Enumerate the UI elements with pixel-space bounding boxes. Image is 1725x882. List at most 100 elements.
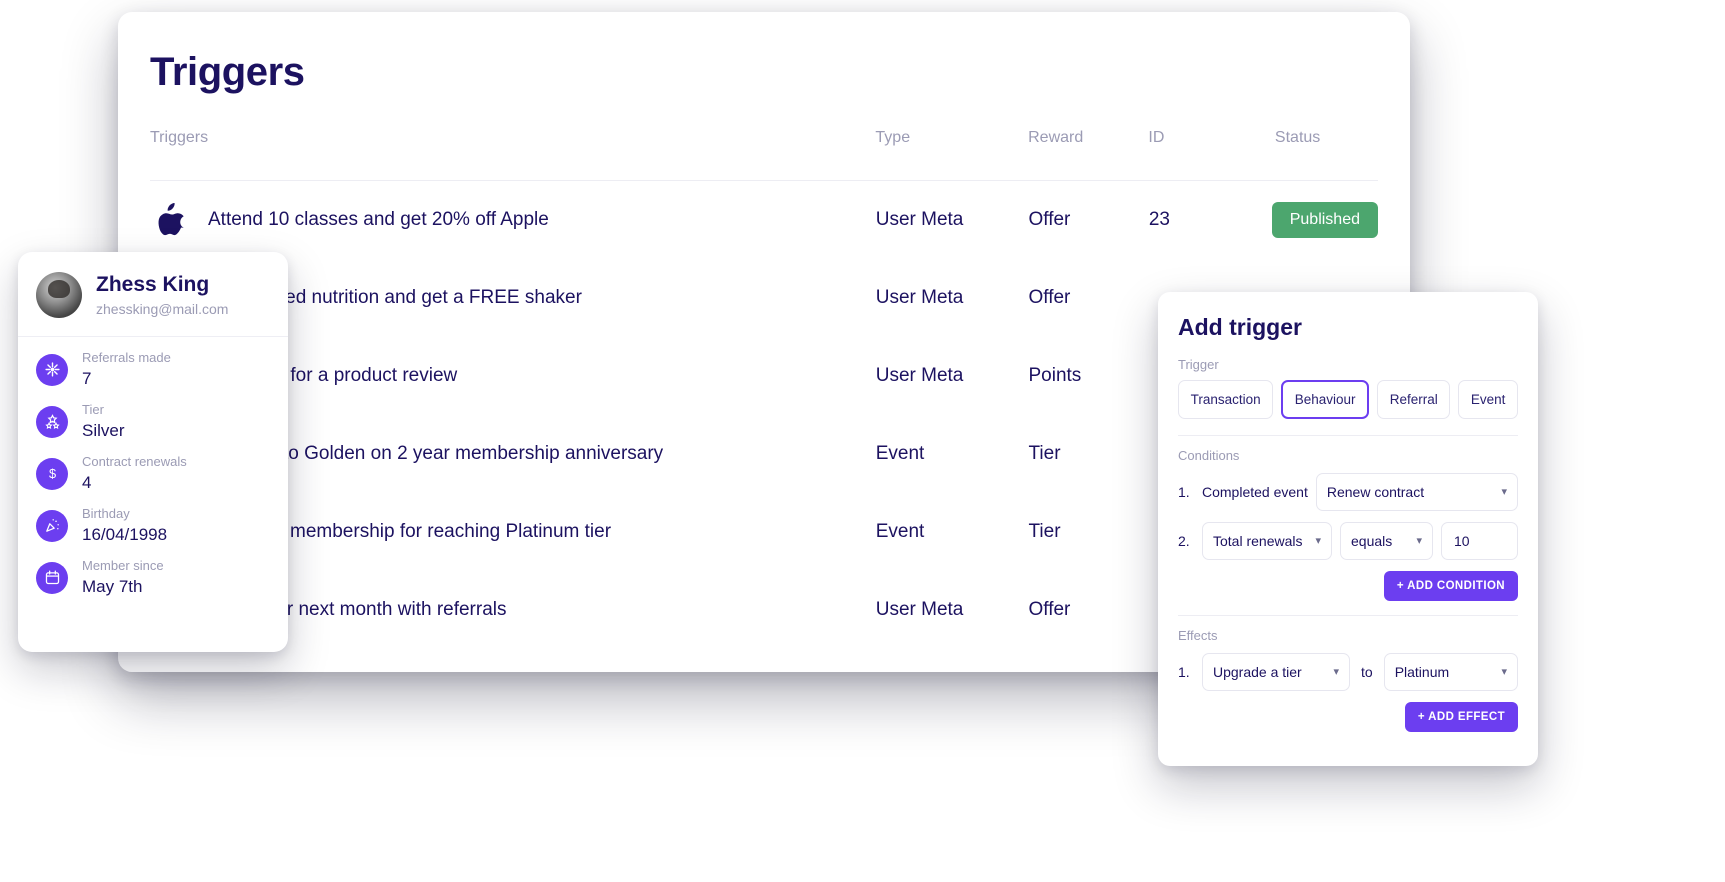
add-effect-row: + ADD EFFECT (1178, 702, 1518, 732)
column-header-id: ID (1148, 128, 1165, 146)
condition-field-select[interactable]: Total renewals ▾ (1202, 522, 1332, 560)
profile-identity: Zhess King zhessking@mail.com (96, 273, 228, 317)
stat-member-since: Member since May 7th (36, 557, 270, 598)
stat-birthday: Birthday 16/04/1998 (36, 505, 270, 546)
trigger-type-transaction[interactable]: Transaction (1178, 380, 1274, 419)
sparkle-icon (36, 353, 68, 386)
effect-target-select[interactable]: Platinum ▾ (1383, 653, 1518, 691)
cell-status: Published (1263, 202, 1378, 238)
stat-text: Referrals made 7 (82, 349, 171, 390)
cell-type: User Meta (875, 209, 964, 230)
profile-email: zhessking@mail.com (96, 301, 229, 318)
cell-reward: Offer (1028, 599, 1071, 620)
condition-event-select[interactable]: Renew contract ▾ (1315, 473, 1518, 511)
party-popper-icon (36, 509, 68, 542)
condition-field-select-value: Total renewals (1213, 533, 1303, 549)
avatar (36, 272, 82, 318)
trigger-type-behaviour[interactable]: Behaviour (1281, 380, 1370, 419)
cell-type: Event (875, 521, 925, 542)
profile-stats-list: Referrals made 7 Tier Silver $ Contract … (18, 337, 288, 619)
effect-to-label: to (1361, 664, 1373, 680)
add-trigger-panel: Add trigger Trigger Transaction Behaviou… (1158, 292, 1538, 766)
condition-value-input[interactable]: 10 (1441, 522, 1518, 560)
condition-row-2: 2. Total renewals ▾ equals ▾ 10 (1178, 522, 1518, 560)
status-badge[interactable]: Published (1271, 202, 1378, 238)
chevron-down-icon: ▾ (1501, 485, 1507, 498)
stat-text: Tier Silver (82, 401, 125, 442)
stars-badge-icon (36, 405, 68, 438)
trigger-section-label: Trigger (1178, 357, 1219, 372)
svg-text:$: $ (48, 466, 55, 481)
cell-reward: Offer (1028, 287, 1071, 308)
user-profile-card: Zhess King zhessking@mail.com Referrals … (18, 252, 288, 652)
dollar-icon: $ (36, 457, 68, 490)
table-header-row: Triggers Type Reward ID Status (150, 95, 1378, 181)
effect-row-1: 1. Upgrade a tier ▾ to Platinum ▾ (1178, 653, 1518, 691)
trigger-type-group: Transaction Behaviour Referral Event (1178, 380, 1518, 419)
trigger-name: Attend 10 classes and get 20% off Apple (208, 209, 549, 230)
effects-label: Effects (1178, 628, 1218, 643)
cell-reward: Tier (1028, 443, 1061, 464)
chevron-down-icon: ▾ (1416, 534, 1422, 547)
calendar-icon (36, 561, 68, 594)
stat-value: Silver (82, 421, 125, 441)
condition-operator-select[interactable]: equals ▾ (1340, 522, 1433, 560)
trigger-type-referral[interactable]: Referral (1377, 380, 1451, 419)
add-condition-button[interactable]: + ADD CONDITION (1383, 571, 1518, 601)
column-header-status: Status (1274, 128, 1321, 146)
profile-name: Zhess King (96, 272, 210, 296)
stat-value: May 7th (82, 577, 143, 597)
stat-label: Birthday (82, 506, 130, 522)
condition-label: Completed event (1202, 484, 1308, 500)
cell-type: Event (875, 443, 925, 464)
stat-text: Contract renewals 4 (82, 453, 187, 494)
chevron-down-icon: ▾ (1501, 665, 1507, 678)
stat-text: Member since May 7th (82, 557, 164, 598)
apple-icon (150, 203, 190, 237)
cell-type: User Meta (875, 599, 964, 620)
condition-row-1: 1. Completed event Renew contract ▾ (1178, 473, 1518, 511)
effect-number: 1. (1178, 664, 1190, 680)
table-row[interactable]: Attend 10 classes and get 20% off Apple … (150, 181, 1378, 259)
stat-tier: Tier Silver (36, 401, 270, 442)
stat-label: Referrals made (82, 350, 171, 365)
chevron-down-icon: ▾ (1333, 665, 1339, 678)
stat-label: Contract renewals (82, 454, 187, 470)
condition-number: 2. (1178, 533, 1190, 549)
effect-target-select-value: Platinum (1394, 664, 1450, 680)
cell-reward: Points (1028, 365, 1082, 386)
condition-event-select-value: Renew contract (1326, 484, 1425, 500)
chevron-down-icon: ▾ (1315, 534, 1321, 547)
cell-trigger: Attend 10 classes and get 20% off Apple (150, 203, 876, 237)
divider (1178, 615, 1518, 616)
cell-type: User Meta (875, 287, 964, 308)
stat-value: 16/04/1998 (82, 525, 168, 545)
add-trigger-title: Add trigger (1178, 314, 1302, 340)
stat-label: Member since (82, 558, 164, 574)
conditions-label: Conditions (1178, 448, 1240, 463)
column-header-reward: Reward (1028, 128, 1084, 146)
stat-text: Birthday 16/04/1998 (82, 505, 167, 546)
column-header-triggers: Triggers (150, 128, 209, 146)
screen: Triggers Triggers Type Reward ID Status … (0, 0, 1725, 882)
add-condition-row: + ADD CONDITION (1178, 571, 1518, 601)
cell-reward: Offer (1028, 209, 1071, 230)
stat-referrals-made: Referrals made 7 (36, 349, 270, 390)
add-effect-button[interactable]: + ADD EFFECT (1404, 702, 1518, 732)
divider (1178, 435, 1518, 436)
cell-reward: Tier (1028, 521, 1061, 542)
condition-operator-select-value: equals (1351, 533, 1393, 549)
cell-id: 23 (1148, 209, 1170, 230)
stat-value: 7 (82, 369, 92, 388)
effect-action-select[interactable]: Upgrade a tier ▾ (1202, 653, 1350, 691)
page-title: Triggers (150, 50, 305, 94)
effect-action-select-value: Upgrade a tier (1213, 664, 1302, 680)
profile-header: Zhess King zhessking@mail.com (18, 252, 288, 337)
cell-type: User Meta (875, 365, 964, 386)
trigger-type-event[interactable]: Event (1458, 380, 1518, 419)
stat-contract-renewals: $ Contract renewals 4 (36, 453, 270, 494)
stat-label: Tier (82, 402, 104, 418)
condition-number: 1. (1178, 484, 1190, 500)
column-header-type: Type (875, 128, 911, 146)
stat-value: 4 (82, 473, 92, 493)
